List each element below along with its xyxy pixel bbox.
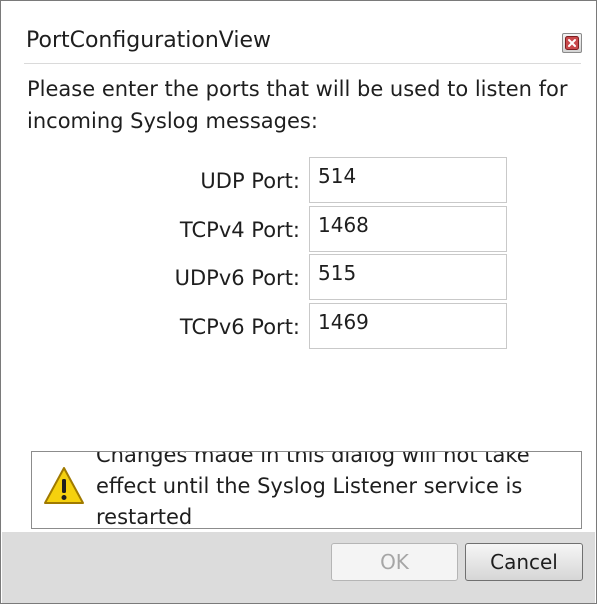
button-bar: OK Cancel <box>2 532 595 603</box>
udpv6-port-input[interactable] <box>309 254 507 300</box>
tcpv4-port-label: TCPv4 Port: <box>179 218 300 242</box>
udp-port-label: UDP Port: <box>200 169 300 193</box>
close-button[interactable] <box>562 33 582 53</box>
tcpv4-port-row: TCPv4 Port: <box>1 206 597 252</box>
udp-port-input[interactable] <box>309 157 507 203</box>
udp-port-row: UDP Port: <box>1 157 597 203</box>
ok-button[interactable]: OK <box>331 543 458 581</box>
port-configuration-dialog: PortConfigurationView Please enter the p… <box>0 0 597 604</box>
tcpv4-port-input[interactable] <box>309 206 507 252</box>
udpv6-port-label: UDPv6 Port: <box>174 266 300 290</box>
title-divider <box>24 63 581 64</box>
notice-text: Changes made in this dialog will not tak… <box>96 451 530 529</box>
udpv6-port-row: UDPv6 Port: <box>1 254 597 300</box>
close-icon <box>565 36 579 50</box>
instructions-text: Please enter the ports that will be used… <box>27 77 568 133</box>
warning-icon <box>44 467 84 504</box>
tcpv6-port-label: TCPv6 Port: <box>179 315 300 339</box>
cancel-button[interactable]: Cancel <box>465 543 583 581</box>
restart-notice: Changes made in this dialog will not tak… <box>31 451 582 529</box>
dialog-content: Please enter the ports that will be used… <box>1 65 596 535</box>
window-title: PortConfigurationView <box>26 28 272 53</box>
tcpv6-port-row: TCPv6 Port: <box>1 303 597 349</box>
title-bar[interactable]: PortConfigurationView <box>2 2 595 65</box>
tcpv6-port-input[interactable] <box>309 303 507 349</box>
